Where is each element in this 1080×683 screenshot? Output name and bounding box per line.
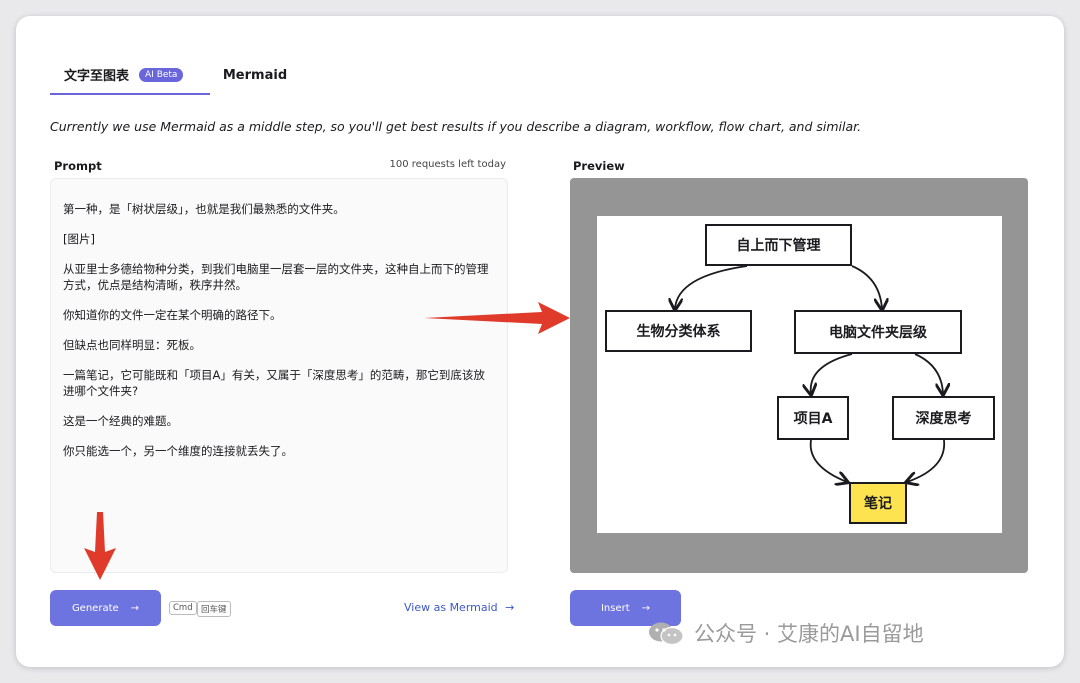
text-to-diagram-dialog: 文字至图表 AI Beta Mermaid Currently we use M… bbox=[16, 16, 1064, 667]
edge-folder-project bbox=[811, 353, 853, 394]
insert-label: Insert bbox=[600, 602, 630, 614]
prompt-paragraph: 但缺点也同样明显：死板。 bbox=[63, 338, 201, 352]
watermark: 公众号 · 艾康的AI自留地 bbox=[648, 618, 924, 648]
prompt-paragraph: 你只能选一个，另一个维度的连接就丢失了。 bbox=[63, 444, 293, 458]
node-deep-thinking: 深度思考 bbox=[892, 396, 995, 440]
tab-text-to-diagram[interactable]: 文字至图表 AI Beta bbox=[50, 56, 210, 95]
node-folder: 电脑文件夹层级 bbox=[794, 310, 962, 354]
prompt-paragraph: 从亚里士多德给物种分类，到我们电脑里一层套一层的文件夹，这种自上而下的管理方式，… bbox=[63, 262, 489, 292]
arrow-right-icon: → bbox=[505, 601, 515, 614]
arrow-right-icon: → bbox=[641, 602, 651, 614]
edge-top-bio bbox=[675, 265, 748, 309]
tab-text-to-diagram-label: 文字至图表 bbox=[64, 69, 130, 84]
generate-button[interactable]: Generate → bbox=[50, 590, 161, 626]
preview-label: Preview bbox=[573, 159, 625, 173]
wechat-icon bbox=[649, 622, 684, 645]
view-as-mermaid-link[interactable]: View as Mermaid → bbox=[404, 601, 514, 614]
kbd-enter: 回车键 bbox=[197, 601, 231, 617]
preview-canvas: 自上而下管理 生物分类体系 电脑文件夹层级 项目A 深度思考 笔记 bbox=[597, 216, 1002, 533]
node-biology: 生物分类体系 bbox=[605, 310, 752, 352]
edge-project-note bbox=[809, 439, 847, 482]
requests-left: 100 requests left today bbox=[389, 159, 506, 170]
generate-label: Generate bbox=[71, 602, 119, 614]
edge-deep-note bbox=[907, 439, 946, 482]
kbd-cmd: Cmd bbox=[169, 601, 197, 615]
arrow-right-icon: → bbox=[130, 602, 140, 614]
tab-mermaid[interactable]: Mermaid bbox=[210, 56, 300, 94]
prompt-paragraph: 一篇笔记，它可能既和「项目A」有关，又属于「深度思考」的范畴，那它到底该放进哪个… bbox=[63, 368, 485, 398]
prompt-paragraph: [图片] bbox=[63, 232, 95, 246]
annotation-arrow-down bbox=[84, 512, 116, 580]
view-as-mermaid-label: View as Mermaid bbox=[404, 601, 498, 614]
prompt-paragraph: 第一种，是「树状层级」，也就是我们最熟悉的文件夹。 bbox=[63, 202, 345, 216]
annotation-arrow-right bbox=[424, 302, 570, 334]
intro-text: Currently we use Mermaid as a middle ste… bbox=[50, 119, 862, 134]
edge-folder-deep bbox=[914, 353, 943, 394]
prompt-paragraph: 这是一个经典的难题。 bbox=[63, 414, 178, 428]
ai-beta-badge: AI Beta bbox=[139, 67, 184, 82]
prompt-label: Prompt bbox=[54, 159, 102, 173]
preview-panel: 自上而下管理 生物分类体系 电脑文件夹层级 项目A 深度思考 笔记 bbox=[570, 178, 1028, 573]
tab-mermaid-label: Mermaid bbox=[222, 67, 288, 83]
watermark-text: 公众号 · 艾康的AI自留地 bbox=[694, 622, 924, 646]
node-top-down: 自上而下管理 bbox=[705, 224, 852, 266]
edge-top-folder bbox=[851, 265, 882, 309]
node-project: 项目A bbox=[777, 396, 849, 440]
node-note: 笔记 bbox=[849, 482, 907, 524]
